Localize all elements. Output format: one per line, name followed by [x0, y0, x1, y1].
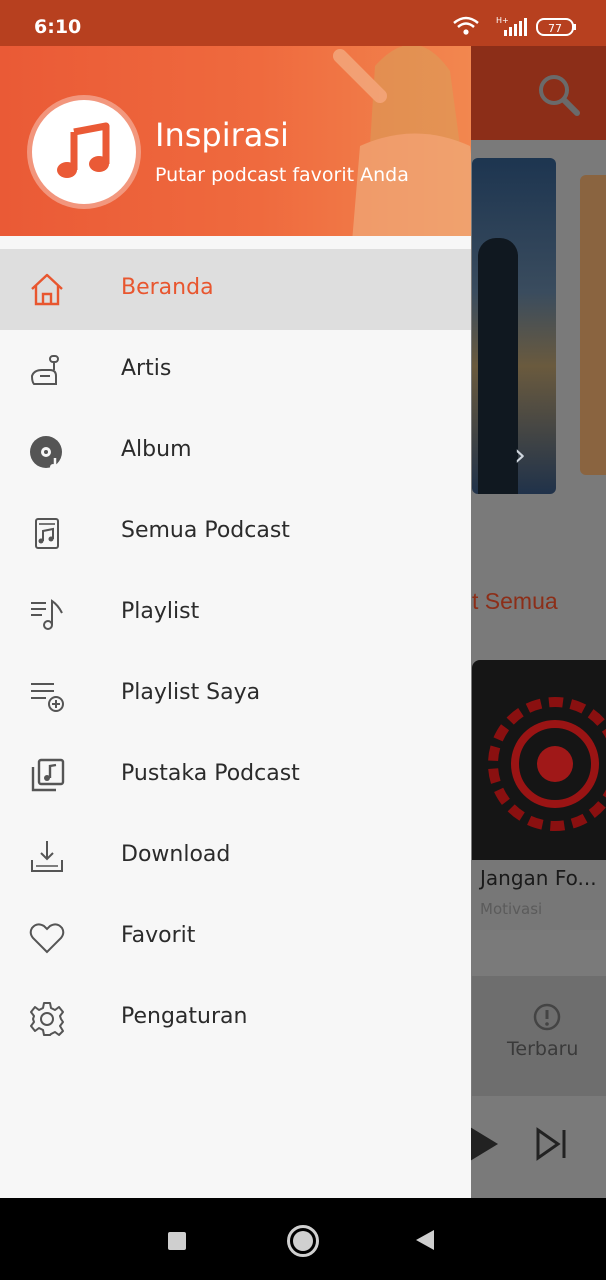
download-icon	[31, 841, 63, 872]
menu-label: Semua Podcast	[121, 518, 290, 543]
play-icon[interactable]	[466, 1125, 500, 1163]
bottom-tab-bar	[472, 976, 606, 1096]
menu-label: Download	[121, 842, 231, 867]
header-background-photo	[333, 46, 471, 236]
tab-terbaru[interactable]: Terbaru	[507, 1038, 578, 1060]
menu-label: Artis	[121, 356, 172, 381]
podcast-card-category: Motivasi	[480, 900, 543, 918]
drawer-subtitle: Putar podcast favorit Anda	[155, 164, 409, 186]
menu-label: Playlist	[121, 599, 200, 624]
menu-item-playlist[interactable]: Playlist	[0, 573, 471, 654]
home-button[interactable]	[287, 1225, 319, 1257]
menu-item-artis[interactable]: Artis	[0, 330, 471, 411]
menu-item-download[interactable]: Download	[0, 816, 471, 897]
featured-banner-card[interactable]: ›	[472, 158, 556, 494]
person-silhouette	[478, 238, 518, 494]
status-icons: H+ 77	[453, 16, 576, 36]
status-bar: 6:10 H+ 77	[0, 0, 606, 46]
skip-next-icon[interactable]	[534, 1126, 570, 1162]
gear-icon	[30, 1002, 64, 1036]
podcast-thumbnail[interactable]	[472, 660, 606, 860]
menu-label: Beranda	[121, 275, 214, 300]
artist-icon	[30, 355, 59, 385]
menu-label: Pustaka Podcast	[121, 761, 300, 786]
menu-item-favorit[interactable]: Favorit	[0, 897, 471, 978]
menu-item-semua-podcast[interactable]: Semua Podcast	[0, 492, 471, 573]
featured-banner-card-next[interactable]	[580, 175, 606, 475]
menu-item-pengaturan[interactable]: Pengaturan	[0, 978, 471, 1059]
music-note-icon	[57, 122, 110, 178]
back-button[interactable]	[416, 1230, 434, 1250]
chevron-right-icon[interactable]: ›	[514, 438, 526, 473]
album-disc-icon	[30, 436, 62, 470]
drawer-title: Inspirasi	[155, 116, 289, 154]
battery-level: 77	[548, 22, 562, 35]
heart-icon	[29, 923, 65, 954]
drawer-header: Inspirasi Putar podcast favorit Anda	[0, 46, 471, 236]
drawer-menu: Beranda Artis Album Semua Podcast Playli…	[0, 249, 471, 1059]
menu-label: Album	[121, 437, 192, 462]
podcast-file-icon	[35, 518, 59, 549]
alert-badge-icon	[533, 1003, 561, 1031]
home-icon	[31, 273, 63, 306]
network-type: H+	[496, 16, 509, 25]
search-icon[interactable]	[536, 72, 580, 116]
see-all-link[interactable]: t Semua	[472, 588, 558, 615]
menu-label: Pengaturan	[121, 1004, 248, 1029]
menu-item-album[interactable]: Album	[0, 411, 471, 492]
app-logo	[32, 100, 136, 204]
status-time: 6:10	[34, 16, 82, 38]
menu-label: Playlist Saya	[121, 680, 261, 705]
menu-label: Favorit	[121, 923, 196, 948]
menu-item-beranda[interactable]: Beranda	[0, 249, 471, 330]
podcast-card-title: Jangan Fo...	[480, 866, 597, 890]
menu-item-pustaka-podcast[interactable]: Pustaka Podcast	[0, 735, 471, 816]
playlist-add-icon	[31, 683, 64, 712]
mandala-image	[488, 697, 606, 831]
navigation-drawer: Inspirasi Putar podcast favorit Anda Ber…	[0, 46, 471, 1198]
recents-button[interactable]	[168, 1232, 186, 1250]
menu-item-playlist-saya[interactable]: Playlist Saya	[0, 654, 471, 735]
library-icon	[31, 758, 65, 792]
playlist-icon	[31, 599, 63, 630]
